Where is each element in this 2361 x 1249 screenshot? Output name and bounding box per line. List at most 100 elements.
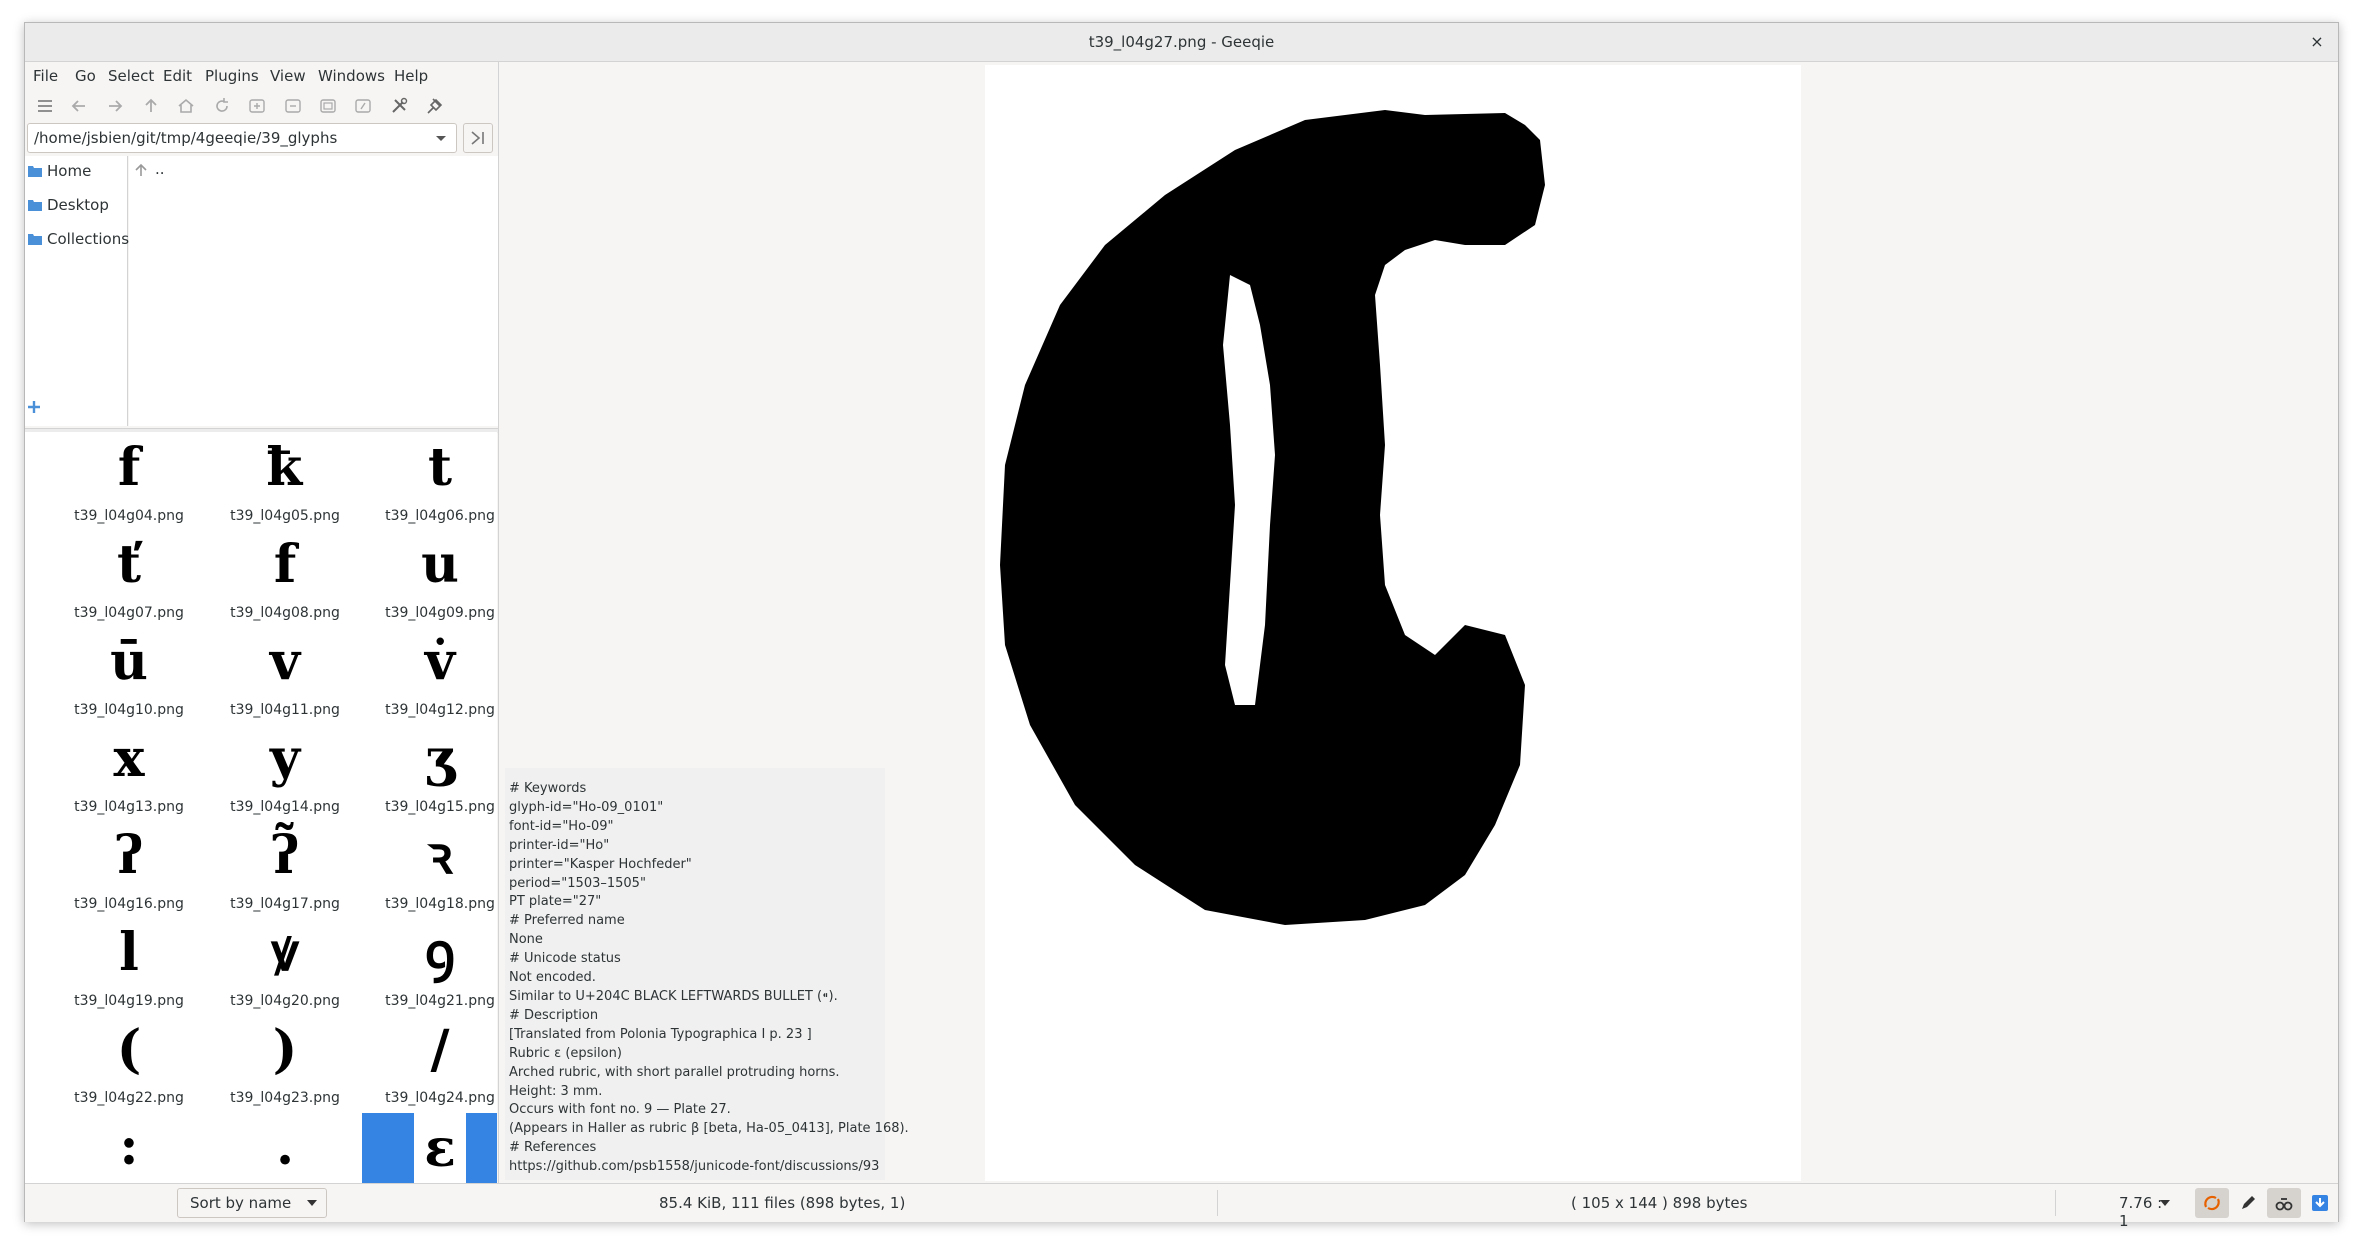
divider	[2055, 1190, 2056, 1216]
thumbnail-item[interactable]: v t39_l04g11.png	[207, 628, 363, 725]
thumbnail-item[interactable]: f t39_l04g08.png	[207, 531, 363, 628]
overlay-line: Occurs with font no. 9 — Plate 27.	[509, 1102, 731, 1118]
thumbnail-item[interactable]: / t39_l04g24.png	[362, 1016, 497, 1113]
go-to-end-button[interactable]	[463, 123, 493, 153]
pin-icon[interactable]	[425, 96, 445, 116]
thumbnail-item[interactable]: ť t39_l04g07.png	[51, 531, 207, 628]
overlay-line: # Keywords	[509, 781, 587, 796]
refresh-icon[interactable]	[212, 96, 232, 116]
thumbnail-item[interactable]: ʒ t39_l04g15.png	[362, 725, 497, 822]
thumbnail-item[interactable]: ꝯ t39_l04g21.png	[362, 919, 497, 1016]
zoom-selector[interactable]: 7.76 : 1	[2063, 1188, 2173, 1230]
thumbnail-caption: t39_l04g07.png	[74, 605, 184, 621]
thumbnail-item[interactable]: ꝁ t39_l04g05.png	[207, 434, 363, 531]
back-icon[interactable]	[69, 96, 89, 116]
menu-edit[interactable]: Edit	[163, 67, 192, 85]
thumbnail-image: ť	[116, 534, 142, 595]
thumbnail-item[interactable]: ) t39_l04g23.png	[207, 1016, 363, 1113]
slideshow-toggle[interactable]	[2267, 1188, 2301, 1218]
thumbnail-caption: t39_l04g13.png	[74, 799, 184, 815]
thumbnail-caption: t39_l04g20.png	[230, 993, 340, 1009]
thumbnail-item[interactable]: ꝛ t39_l04g18.png	[362, 822, 497, 919]
home-icon[interactable]	[176, 96, 196, 116]
chevron-down-icon[interactable]	[432, 128, 450, 148]
thumbnail-item[interactable]: l t39_l04g19.png	[51, 919, 207, 1016]
thumbnail-caption: t39_l04g12.png	[385, 702, 495, 718]
zoom-in-icon[interactable]	[247, 96, 267, 116]
thumbnail-image: f	[117, 437, 141, 498]
thumbnail-caption: t39_l04g05.png	[230, 508, 340, 524]
overlay-line: period="1503–1505"	[509, 875, 646, 891]
thumbnail-image: ꝁ	[266, 437, 304, 498]
window-title: t39_l04g27.png - Geeqie	[1088, 33, 1275, 51]
path-combo[interactable]	[27, 123, 457, 153]
thumbnail-caption: t39_l04g06.png	[385, 508, 495, 524]
thumbnail-item[interactable]: t t39_l04g06.png	[362, 434, 497, 531]
binoculars-icon	[2275, 1198, 2293, 1211]
folder-icon	[28, 166, 42, 177]
menu-plugins[interactable]: Plugins	[205, 67, 259, 85]
path-input[interactable]	[34, 128, 414, 148]
list-view-icon[interactable]	[35, 96, 55, 116]
forward-icon[interactable]	[105, 96, 125, 116]
image-canvas[interactable]	[985, 65, 1801, 1181]
thumbnail-item[interactable]: ʔ t39_l04g16.png	[51, 822, 207, 919]
thumbnail-image: ʔ̃	[270, 825, 300, 886]
add-bookmark-icon[interactable]	[27, 400, 41, 414]
thumbnail-item[interactable]: v̇ t39_l04g12.png	[362, 628, 497, 725]
overlay-line: # References	[509, 1140, 597, 1156]
save-icon	[2312, 1195, 2328, 1211]
thumbnail-image: f	[273, 534, 297, 595]
preferences-icon[interactable]	[389, 96, 409, 116]
image-view: # Keywords glyph-id="Ho-09_0101" font-id="…	[499, 62, 2337, 1183]
thumbnail-image: y	[269, 728, 301, 789]
overlay-line: [Translated from Polonia Typographica I …	[509, 1026, 812, 1042]
thumbnail-item[interactable]: f t39_l04g04.png	[51, 434, 207, 531]
thumbnail-item[interactable]: ʔ̃ t39_l04g17.png	[207, 822, 363, 919]
thumbnail-item[interactable]: ū t39_l04g10.png	[51, 628, 207, 725]
menu-help[interactable]: Help	[394, 67, 428, 85]
thumbnail-image: )	[272, 1019, 298, 1080]
folder-icon	[28, 234, 42, 245]
thumbnail-caption: t39_l04g21.png	[385, 993, 495, 1009]
thumbnail-item[interactable]: x t39_l04g13.png	[51, 725, 207, 822]
thumbnail-item[interactable]: ɛ	[362, 1113, 497, 1183]
thumbnail-item[interactable]: y t39_l04g14.png	[207, 725, 363, 822]
thumbnail-caption: t39_l04g04.png	[74, 508, 184, 524]
thumbnail-image: ɛ	[414, 1113, 466, 1183]
overlay-line: # Unicode status	[509, 951, 621, 967]
thumbnail-item[interactable]: :	[51, 1113, 207, 1183]
zoom-fit-icon[interactable]	[318, 96, 338, 116]
thumbnail-caption: t39_l04g16.png	[74, 896, 184, 912]
overlay-line: font-id="Ho-09"	[509, 818, 614, 834]
edit-button[interactable]	[2231, 1188, 2265, 1218]
menu-select[interactable]: Select	[108, 67, 154, 85]
menu-windows[interactable]: Windows	[318, 67, 385, 85]
thumbnail-item[interactable]: .	[207, 1113, 363, 1183]
thumbnail-image: ʔ	[114, 825, 144, 886]
menu-view[interactable]: View	[270, 67, 306, 85]
close-icon[interactable]: ×	[2306, 31, 2328, 53]
thumbnail-item[interactable]: u t39_l04g09.png	[362, 531, 497, 628]
divider	[1217, 1190, 1218, 1216]
up-icon[interactable]	[141, 96, 161, 116]
fullscreen-toggle[interactable]	[2195, 1188, 2229, 1218]
overlay-line: glyph-id="Ho-09_0101"	[509, 799, 664, 815]
save-button[interactable]	[2303, 1188, 2337, 1218]
thumbnail-image: x	[113, 728, 145, 789]
menu-go[interactable]: Go	[75, 67, 96, 85]
thumbnail-item[interactable]: (t39_l04g22.png	[51, 1016, 207, 1113]
sort-button[interactable]: Sort by name	[177, 1188, 327, 1218]
toolbar	[25, 92, 498, 120]
zoom-100-icon[interactable]	[353, 96, 373, 116]
overlay-line: # Description	[509, 1007, 599, 1023]
thumbnail-item[interactable]: ꝟ t39_l04g20.png	[207, 919, 363, 1016]
pencil-icon	[2242, 1196, 2255, 1209]
thumbnail-image: l	[119, 922, 139, 983]
bookmarks-pane: Home Desktop Collections	[25, 156, 129, 426]
parent-folder-icon	[135, 163, 147, 176]
zoom-out-icon[interactable]	[283, 96, 303, 116]
menu-bar: File Go Select Edit Plugins View Windows…	[25, 62, 498, 90]
thumbnail-image: v	[269, 631, 301, 692]
menu-file[interactable]: File	[33, 67, 58, 85]
